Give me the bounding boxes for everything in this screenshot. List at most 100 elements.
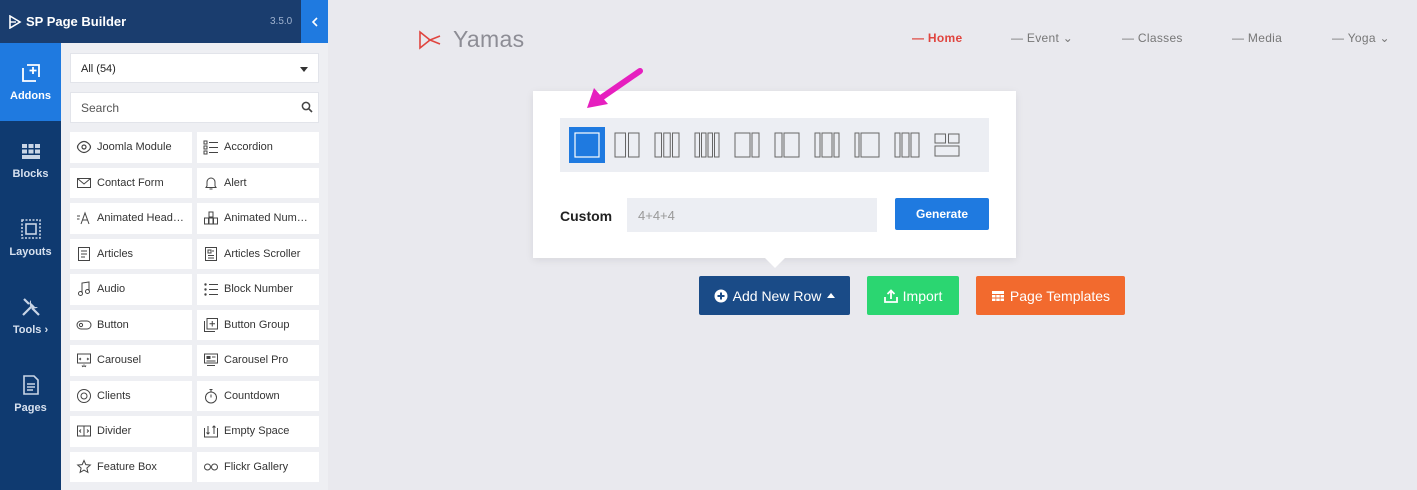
addon-accordion[interactable]: Accordion: [197, 132, 319, 163]
import-button[interactable]: Import: [867, 276, 959, 315]
addon-label: Animated Num…: [224, 212, 308, 225]
nav-media[interactable]: — Media: [1232, 31, 1282, 45]
annotation-arrow-icon: [587, 68, 643, 108]
site-logo[interactable]: Yamas: [418, 26, 524, 53]
site-logo-text: Yamas: [453, 26, 525, 52]
page-icon: [22, 375, 39, 395]
addon-label: Accordion: [224, 141, 273, 154]
layout-3-col-icon: [654, 132, 680, 158]
clients-icon: [77, 388, 91, 403]
layout-grid-icon: [934, 133, 960, 157]
addon-empty-space[interactable]: Empty Space: [197, 416, 319, 447]
layout-option-3-6-3[interactable]: [809, 127, 845, 163]
column-layout-options: [560, 118, 989, 172]
addon-button-group[interactable]: Button Group: [197, 309, 319, 340]
rail-label: Addons: [10, 90, 51, 102]
music-note-icon: [78, 281, 90, 297]
generate-button[interactable]: Generate: [895, 198, 989, 230]
addon-audio[interactable]: Audio: [70, 274, 192, 305]
layout-option-3-col[interactable]: [649, 127, 685, 163]
rail-item-blocks[interactable]: Blocks: [0, 121, 61, 199]
rail-label: Layouts: [9, 246, 52, 258]
layout-option-8-4[interactable]: [729, 127, 765, 163]
addon-label: Joomla Module: [97, 141, 172, 154]
addon-contact-form[interactable]: Contact Form: [70, 167, 192, 198]
addon-block-number[interactable]: Block Number: [197, 274, 319, 305]
layout-option-1-col[interactable]: [569, 127, 605, 163]
rail-item-layouts[interactable]: Layouts: [0, 199, 61, 277]
addon-animated-number[interactable]: Animated Num…: [197, 203, 319, 234]
addon-category-select[interactable]: All (54): [70, 53, 319, 83]
layout-5-7-icon: [894, 132, 920, 158]
layout-4-col-icon: [694, 132, 720, 158]
addon-label: Block Number: [224, 283, 294, 296]
custom-layout-input[interactable]: [627, 198, 877, 232]
nav-classes[interactable]: — Classes: [1122, 31, 1183, 45]
addon-divider[interactable]: Divider: [70, 416, 192, 447]
addon-button[interactable]: Button: [70, 309, 192, 340]
nav-event[interactable]: — Event ⌄: [1011, 31, 1073, 45]
articles-scroller-icon: [205, 246, 217, 261]
nav-home[interactable]: — Home: [912, 31, 962, 45]
import-label: Import: [902, 287, 943, 304]
addon-alert[interactable]: Alert: [197, 167, 319, 198]
search-icon: [301, 101, 313, 113]
carousel-pro-icon: [204, 353, 218, 367]
addon-animated-headline[interactable]: Animated Head…: [70, 203, 192, 234]
yamas-logo-icon: [419, 29, 441, 50]
addon-label: Button Group: [224, 318, 290, 331]
flickr-icon: [204, 463, 218, 471]
rail-item-tools[interactable]: Tools ›: [0, 277, 61, 355]
addon-label: Clients: [97, 389, 131, 402]
empty-space-icon: [204, 425, 218, 438]
rail-item-addons[interactable]: Addons: [0, 43, 68, 121]
numbered-list-icon: [204, 283, 218, 296]
addon-articles[interactable]: Articles: [70, 238, 192, 269]
addon-clients[interactable]: Clients: [70, 380, 192, 411]
layout-option-5-7[interactable]: [889, 127, 925, 163]
sp-logo-icon: [9, 14, 22, 29]
builder-header: SP Page Builder 3.5.0: [0, 0, 328, 43]
addon-label: Audio: [97, 283, 126, 296]
rail-label: Pages: [14, 402, 47, 414]
addon-countdown[interactable]: Countdown: [197, 380, 319, 411]
addon-label: Alert: [224, 176, 247, 189]
addon-category-value: All (54): [81, 63, 116, 75]
layout-frame-icon: [20, 219, 41, 239]
addon-label: Articles: [97, 247, 134, 260]
list-icon: [203, 140, 218, 155]
addon-label: Flickr Gallery: [224, 460, 289, 473]
builder-rail: Addons Blocks Layouts Tools › Pages: [0, 43, 68, 490]
layout-option-4-8[interactable]: [769, 127, 805, 163]
add-new-row-button[interactable]: Add New Row: [699, 276, 850, 315]
stopwatch-icon: [205, 388, 217, 404]
addon-feature-box[interactable]: Feature Box: [70, 451, 192, 482]
addon-articles-scroller[interactable]: Articles Scroller: [197, 238, 319, 269]
collapse-panel-button[interactable]: [301, 0, 328, 43]
layout-option-2-10[interactable]: [849, 127, 885, 163]
addon-label: Carousel: [97, 354, 142, 367]
addon-carousel-pro[interactable]: Carousel Pro: [197, 345, 319, 376]
addon-carousel[interactable]: Carousel: [70, 345, 192, 376]
addon-label: Divider: [97, 425, 132, 438]
envelope-icon: [77, 177, 91, 188]
addon-joomla-module[interactable]: Joomla Module: [70, 132, 192, 163]
feature-box-icon: [76, 459, 92, 474]
templates-table-icon: [991, 290, 1004, 301]
nav-yoga[interactable]: — Yoga ⌄: [1332, 31, 1390, 45]
animated-text-icon: [77, 211, 90, 225]
addon-search-input[interactable]: [70, 92, 319, 123]
blocks-grid-icon: [21, 144, 40, 159]
addon-flickr-gallery[interactable]: Flickr Gallery: [197, 451, 319, 482]
rail-item-pages[interactable]: Pages: [0, 355, 61, 433]
page-templates-button[interactable]: Page Templates: [976, 276, 1125, 315]
caret-up-icon: [827, 293, 836, 298]
addon-label: Countdown: [224, 389, 280, 402]
articles-icon: [78, 246, 90, 261]
layout-option-grid[interactable]: [929, 127, 965, 163]
chevron-left-icon: [311, 16, 318, 27]
layout-option-4-col[interactable]: [689, 127, 725, 163]
upload-icon: [883, 288, 898, 303]
addon-label: Articles Scroller: [224, 247, 301, 260]
layout-option-2-col[interactable]: [609, 127, 645, 163]
